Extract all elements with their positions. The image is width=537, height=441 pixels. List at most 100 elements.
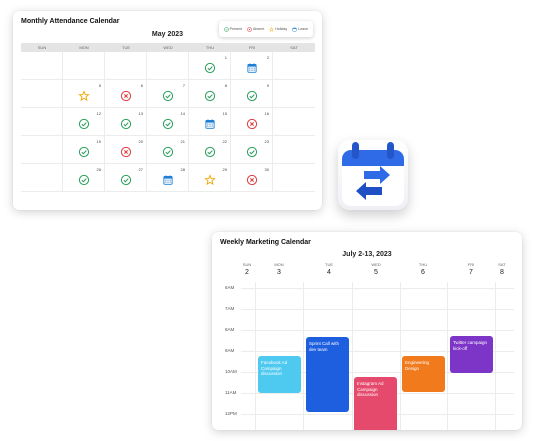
- check-icon: [120, 173, 131, 186]
- calendar-sync-tile: [338, 140, 408, 210]
- weekday-column-header[interactable]: THU 6: [419, 262, 427, 276]
- day-cell[interactable]: 20: [105, 136, 147, 164]
- day-cell[interactable]: [21, 52, 63, 80]
- calendar-sync-icon: [342, 142, 404, 206]
- calendar-event[interactable]: Instagram Ad Campaign discussion: [354, 377, 397, 430]
- day-cell[interactable]: 13: [105, 108, 147, 136]
- calendar-event[interactable]: Twitter campaign kick-off: [450, 336, 493, 373]
- day-cell[interactable]: 12: [63, 108, 105, 136]
- weekday-name: TUE: [325, 262, 333, 267]
- day-cell[interactable]: [273, 136, 315, 164]
- day-cell[interactable]: 22: [189, 136, 231, 164]
- day-divider: [352, 282, 353, 430]
- day-cell[interactable]: [21, 80, 63, 108]
- weekday-column-header[interactable]: TUE 4: [325, 262, 333, 276]
- weekday-label: FRI: [248, 45, 256, 50]
- day-cell[interactable]: [21, 136, 63, 164]
- weekday-name: FRI: [467, 262, 475, 267]
- time-label: 10AM: [225, 369, 237, 374]
- calendar-event[interactable]: Sprint Call with dev team: [306, 337, 349, 412]
- day-number: 6: [140, 83, 143, 88]
- day-divider: [495, 282, 496, 430]
- day-number: 8: [224, 83, 227, 88]
- weekday-date: 2: [245, 269, 249, 276]
- weekday-date: 4: [327, 269, 331, 276]
- day-cell[interactable]: [147, 52, 189, 80]
- calendar-icon: [246, 61, 257, 73]
- day-cell[interactable]: 21: [147, 136, 189, 164]
- check-icon: [78, 145, 89, 158]
- day-cell[interactable]: 27: [105, 164, 147, 192]
- check-icon: [162, 145, 173, 158]
- day-divider: [400, 282, 401, 430]
- day-cell[interactable]: 7: [147, 80, 189, 108]
- day-number: 28: [180, 167, 185, 172]
- day-number: 16: [264, 111, 269, 116]
- day-cell[interactable]: [21, 164, 63, 192]
- attendance-grid: SUN MON TUE WED THU FRI SAT 1 2 5 6 7 8 9 12 13 14 15 16 1…: [21, 43, 315, 192]
- weekday-date: 6: [421, 269, 425, 276]
- weekday-column-header[interactable]: FRI 7: [468, 262, 474, 276]
- day-cell[interactable]: 15: [189, 108, 231, 136]
- day-number: 7: [182, 83, 185, 88]
- day-cell[interactable]: 30: [231, 164, 273, 192]
- cross-icon: [246, 117, 257, 130]
- day-cell[interactable]: [273, 108, 315, 136]
- attendance-days: 1 2 5 6 7 8 9 12 13 14 15 16 19 20 21 22 23 26 27 28 29 30: [21, 52, 315, 192]
- day-number: 5: [98, 83, 101, 88]
- time-label: 8AM: [225, 327, 235, 332]
- day-cell[interactable]: [63, 52, 105, 80]
- calendar-icon: [162, 173, 173, 185]
- day-cell[interactable]: 6: [105, 80, 147, 108]
- day-cell[interactable]: 8: [189, 80, 231, 108]
- weekday-date: 7: [469, 269, 473, 276]
- calendar-event[interactable]: Facebook Ad Campaign discussion: [258, 356, 301, 393]
- day-cell[interactable]: 28: [147, 164, 189, 192]
- day-cell[interactable]: 1: [189, 52, 231, 80]
- day-divider: [447, 282, 448, 430]
- day-cell[interactable]: 16: [231, 108, 273, 136]
- day-cell[interactable]: [21, 108, 63, 136]
- day-number: 14: [180, 111, 185, 116]
- weekday-column-header[interactable]: SUN 2: [243, 262, 251, 276]
- day-cell[interactable]: [105, 52, 147, 80]
- day-cell[interactable]: 2: [231, 52, 273, 80]
- weekday-column-header[interactable]: WED 5: [371, 262, 380, 276]
- day-number: 26: [96, 167, 101, 172]
- hour-line: [241, 309, 514, 310]
- calendar-event[interactable]: Engineering Design: [402, 356, 445, 392]
- day-cell[interactable]: [273, 52, 315, 80]
- day-cell[interactable]: 19: [63, 136, 105, 164]
- weekday-name: WED: [371, 262, 381, 267]
- day-cell[interactable]: 23: [231, 136, 273, 164]
- weekday-date: 5: [374, 269, 378, 276]
- weekday-label: THU: [205, 45, 215, 50]
- day-cell[interactable]: 14: [147, 108, 189, 136]
- check-icon: [78, 117, 89, 130]
- check-icon: [246, 89, 257, 102]
- day-number: 9: [266, 83, 269, 88]
- day-number: 20: [138, 139, 143, 144]
- attendance-title: Monthly Attendance Calendar: [21, 18, 120, 25]
- weekly-range: July 2-13, 2023: [342, 251, 392, 258]
- weekday-header: SUN MON TUE WED THU FRI SAT: [21, 43, 315, 52]
- cross-icon: [246, 173, 257, 186]
- day-number: 22: [222, 139, 227, 144]
- hour-line: [241, 288, 514, 289]
- day-cell[interactable]: 5: [63, 80, 105, 108]
- day-cell[interactable]: [273, 80, 315, 108]
- day-cell[interactable]: 29: [189, 164, 231, 192]
- weekday-column-header[interactable]: MON 3: [274, 262, 283, 276]
- weekday-label: TUE: [122, 45, 130, 50]
- day-cell[interactable]: 9: [231, 80, 273, 108]
- weekday-name: MON: [274, 262, 284, 267]
- day-cell[interactable]: 26: [63, 164, 105, 192]
- check-icon: [162, 117, 173, 130]
- weekday-label: SUN: [37, 45, 47, 50]
- day-cell[interactable]: [273, 164, 315, 192]
- day-divider: [255, 282, 256, 430]
- star-icon: [203, 173, 216, 186]
- weekday-column-header[interactable]: SAT 8: [498, 262, 505, 276]
- day-number: 13: [138, 111, 143, 116]
- weekday-name: THU: [418, 262, 428, 267]
